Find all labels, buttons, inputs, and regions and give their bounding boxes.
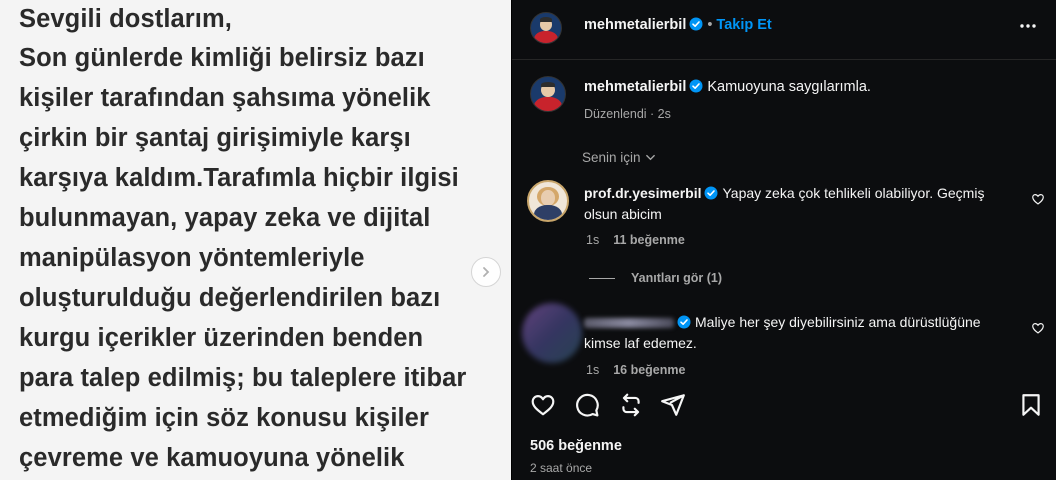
repost-icon[interactable] <box>618 392 644 418</box>
post-text-line: çirkin bir şantaj girişimiyle karşı <box>19 124 411 152</box>
caption-avatar[interactable] <box>530 76 566 112</box>
post-text-line: bulunmayan, yapay zeka ve dijital <box>19 204 431 232</box>
comment-icon[interactable] <box>574 392 600 418</box>
comment-time: 1s <box>586 233 600 247</box>
author-avatar[interactable] <box>530 12 562 44</box>
author-username[interactable]: mehmetalierbil <box>584 17 686 33</box>
follow-button[interactable]: Takip Et <box>716 17 771 33</box>
replies-line <box>589 278 615 280</box>
comment-meta: 1s 16 beğenme <box>586 363 685 377</box>
comment-sort-dropdown[interactable]: Senin için <box>582 150 656 165</box>
comment-time: 1s <box>586 363 600 377</box>
comment: Maliye her şey diyebilirsiniz ama dürüst… <box>584 312 1014 354</box>
heart-icon[interactable] <box>530 392 556 418</box>
post-text-line: Son günlerde kimliği belirsiz bazı <box>19 44 425 72</box>
chevron-down-icon <box>645 154 655 161</box>
comment-text: Maliye her şey diyebilirsiniz ama dürüst… <box>695 314 981 330</box>
post-text-line: para talep edilmiş; bu taleplere itibar <box>19 364 467 392</box>
post-text-line: kişiler tarafından şahsıma yönelik <box>19 84 431 112</box>
replies-label: Yanıtları gör (1) <box>631 271 722 285</box>
commenter-avatar[interactable] <box>527 180 569 222</box>
comment-text: Yapay zeka çok tehlikeli olabiliyor. Geç… <box>722 185 985 201</box>
commenter-username[interactable]: prof.dr.yesimerbil <box>584 185 701 201</box>
post-text-line: oluşturulduğu değerlendirilen bazı <box>19 284 441 312</box>
post-image: Sevgili dostlarım, Son günlerde kimliği … <box>0 0 511 480</box>
comment-text-cont: kimse laf edemez. <box>584 335 697 351</box>
bookmark-icon[interactable] <box>1018 392 1044 418</box>
post-text-line: çevreme ve kamuoyuna yönelik <box>19 444 405 472</box>
post-image-text: Sevgili dostlarım, Son günlerde kimliği … <box>19 0 489 478</box>
comment: prof.dr.yesimerbil Yapay zeka çok tehlike… <box>584 183 1014 225</box>
post-text-line: Sevgili dostlarım, <box>19 5 232 33</box>
caption-text: Kamuoyuna saygılarımla. <box>707 79 871 95</box>
comment-like-icon[interactable] <box>1031 321 1045 335</box>
post-actions <box>530 392 1044 420</box>
commenter-avatar-blurred[interactable] <box>522 303 582 363</box>
verified-badge-icon <box>689 17 703 31</box>
post-text-line: etmediğim için söz konusu kişiler <box>19 404 429 432</box>
post-text-line: manipülasyon yöntemleriyle <box>19 244 365 272</box>
share-icon[interactable] <box>660 392 686 418</box>
verified-badge-icon <box>704 186 718 200</box>
caption-meta: Düzenlendi · 2s <box>584 107 671 121</box>
post-header: mehmetalierbil • Takip Et <box>584 17 772 33</box>
comment-like-icon[interactable] <box>1031 192 1045 206</box>
comment-meta: 1s 11 beğenme <box>586 233 685 247</box>
caption: mehmetalierbil Kamuoyuna saygılarımla. <box>584 79 871 95</box>
header-separator: • <box>707 17 713 33</box>
view-replies-button[interactable]: Yanıtları gör (1) <box>589 271 722 285</box>
sort-label: Senin için <box>582 150 641 165</box>
next-image-button[interactable] <box>471 257 501 287</box>
verified-badge-icon <box>677 315 691 329</box>
comment-likes[interactable]: 11 beğenme <box>613 233 685 247</box>
verified-badge-icon <box>689 79 703 93</box>
post-text-line: karşıya kaldım.Tarafımla hiçbir ilgisi <box>19 164 459 192</box>
caption-username[interactable]: mehmetalierbil <box>584 79 686 95</box>
more-icon[interactable] <box>1018 16 1038 36</box>
post-timestamp: 2 saat önce <box>530 461 593 475</box>
comment-likes[interactable]: 16 beğenme <box>613 363 685 377</box>
commenter-username-blurred[interactable] <box>584 318 674 329</box>
comment-text-cont: olsun abicim <box>584 206 662 222</box>
header-divider <box>512 59 1056 60</box>
chevron-right-icon <box>483 267 490 277</box>
post-likes-count[interactable]: 506 beğenme <box>530 438 622 454</box>
post-text-line: kurgu içerikler üzerinden benden <box>19 324 424 352</box>
comments-panel: mehmetalierbil • Takip Et mehmetalierbil Ka… <box>512 0 1056 480</box>
